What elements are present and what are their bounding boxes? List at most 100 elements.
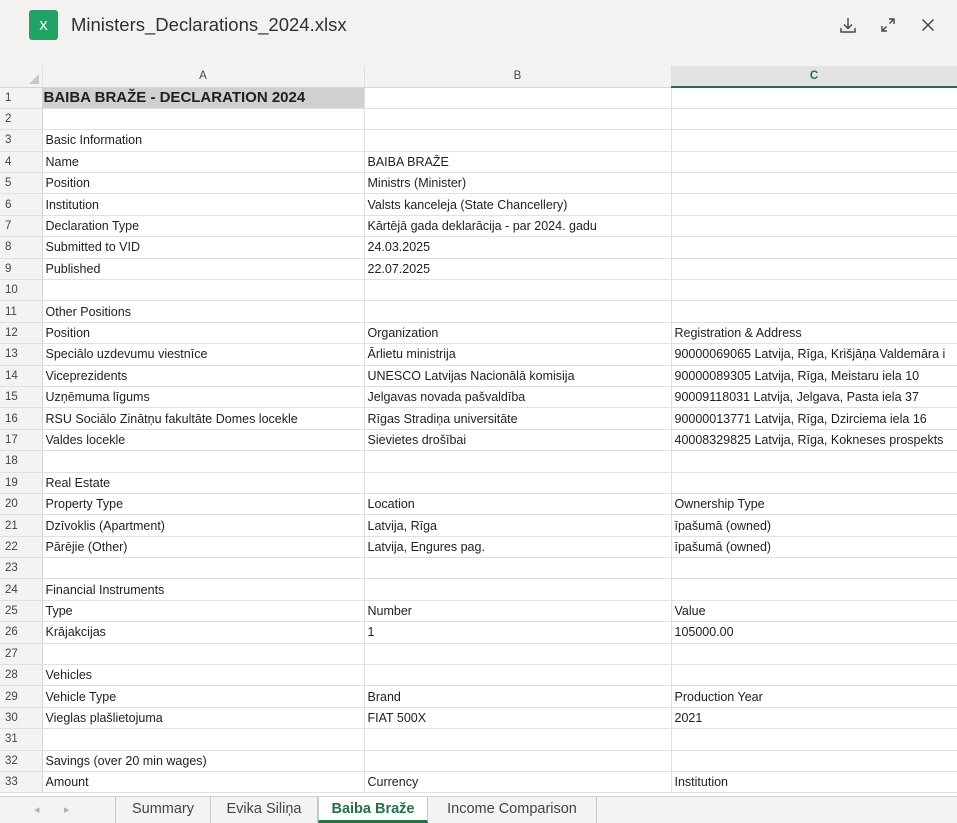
row-header[interactable]: 25: [0, 600, 43, 623]
expand-button[interactable]: [875, 12, 901, 38]
row-header[interactable]: 12: [0, 322, 43, 345]
cell-a[interactable]: [42, 108, 365, 131]
row-header[interactable]: 26: [0, 621, 43, 644]
cell-a[interactable]: Published: [42, 258, 365, 281]
row-header[interactable]: 15: [0, 386, 43, 409]
cell-b[interactable]: UNESCO Latvijas Nacionālā komisija: [364, 365, 672, 387]
cell-c[interactable]: [671, 129, 957, 152]
cell-a[interactable]: Vehicles: [42, 664, 365, 687]
sheet-title-cell[interactable]: BAIBA BRAŽE - DECLARATION 2024: [42, 87, 365, 109]
row-header[interactable]: 13: [0, 343, 43, 366]
cell-c[interactable]: [671, 236, 957, 259]
cell-a[interactable]: Property Type: [42, 493, 365, 516]
row-header[interactable]: 14: [0, 365, 43, 387]
cell-b[interactable]: [364, 643, 672, 666]
cell-c[interactable]: īpašumā (owned): [671, 514, 957, 537]
cell-a[interactable]: Name: [42, 151, 365, 174]
cell-a[interactable]: Krājakcijas: [42, 621, 365, 644]
cell-b[interactable]: Rīgas Stradiņa universitāte: [364, 407, 672, 430]
row-header[interactable]: 1: [0, 87, 43, 109]
cell-a[interactable]: Valdes locekle: [42, 429, 365, 452]
cell-b[interactable]: [364, 578, 672, 601]
row-header[interactable]: 28: [0, 664, 43, 687]
cell-a[interactable]: [42, 557, 365, 580]
cell-a[interactable]: Speciālo uzdevumu viestnīce: [42, 343, 365, 366]
cell-c[interactable]: 105000.00: [671, 621, 957, 644]
row-header[interactable]: 22: [0, 536, 43, 559]
cell-a[interactable]: Amount: [42, 771, 365, 794]
column-header-a[interactable]: A: [42, 66, 365, 88]
cell-c[interactable]: [671, 258, 957, 281]
cell-a[interactable]: RSU Sociālo Zinātņu fakultāte Domes loce…: [42, 407, 365, 430]
sheet-next-button[interactable]: ▸: [64, 803, 70, 816]
row-header[interactable]: 11: [0, 300, 43, 323]
cell-b[interactable]: [364, 87, 672, 109]
cell-a[interactable]: Other Positions: [42, 300, 365, 323]
row-header[interactable]: 18: [0, 450, 43, 473]
cell-a[interactable]: Real Estate: [42, 472, 365, 494]
cell-b[interactable]: [364, 472, 672, 494]
cell-b[interactable]: [364, 450, 672, 473]
cell-c[interactable]: [671, 472, 957, 494]
row-header[interactable]: 6: [0, 193, 43, 216]
cell-b[interactable]: Currency: [364, 771, 672, 794]
cell-a[interactable]: Uzņēmuma līgums: [42, 386, 365, 409]
row-header[interactable]: 16: [0, 407, 43, 430]
cell-b[interactable]: [364, 664, 672, 687]
sheet-tab-summary[interactable]: Summary: [115, 797, 211, 823]
cell-c[interactable]: [671, 172, 957, 195]
row-header[interactable]: 20: [0, 493, 43, 516]
cell-b[interactable]: 1: [364, 621, 672, 644]
cell-b[interactable]: [364, 557, 672, 580]
cell-a[interactable]: Submitted to VID: [42, 236, 365, 259]
cell-b[interactable]: Number: [364, 600, 672, 623]
cell-c[interactable]: [671, 215, 957, 238]
spreadsheet-grid[interactable]: A B C 1 BAIBA BRAŽE - DECLARATION 2024 2 3 B…: [0, 66, 957, 796]
row-header[interactable]: 21: [0, 514, 43, 537]
cell-b[interactable]: Ministrs (Minister): [364, 172, 672, 195]
cell-c[interactable]: [671, 151, 957, 174]
cell-a[interactable]: Declaration Type: [42, 215, 365, 238]
cell-a[interactable]: [42, 643, 365, 666]
cell-c[interactable]: [671, 279, 957, 302]
sheet-tab-evika-silina[interactable]: Evika Siliņa: [211, 797, 318, 823]
cell-c[interactable]: 90000069065 Latvija, Rīga, Krišjāņa Vald…: [671, 343, 957, 366]
cell-b[interactable]: [364, 279, 672, 302]
row-header[interactable]: 19: [0, 472, 43, 494]
cell-b[interactable]: Brand: [364, 685, 672, 708]
close-button[interactable]: [915, 12, 941, 38]
cell-b[interactable]: FIAT 500X: [364, 707, 672, 730]
cell-b[interactable]: Jelgavas novada pašvaldība: [364, 386, 672, 409]
cell-a[interactable]: Position: [42, 172, 365, 195]
cell-b[interactable]: Ārlietu ministrija: [364, 343, 672, 366]
cell-a[interactable]: Viceprezidents: [42, 365, 365, 387]
cell-a[interactable]: [42, 279, 365, 302]
cell-c[interactable]: [671, 300, 957, 323]
cell-b[interactable]: [364, 300, 672, 323]
cell-b[interactable]: Location: [364, 493, 672, 516]
cell-b[interactable]: [364, 129, 672, 152]
row-header[interactable]: 17: [0, 429, 43, 452]
cell-b[interactable]: Valsts kanceleja (State Chancellery): [364, 193, 672, 216]
cell-c[interactable]: Institution: [671, 771, 957, 794]
cell-c[interactable]: 40008329825 Latvija, Rīga, Kokneses pros…: [671, 429, 957, 452]
cell-a[interactable]: Position: [42, 322, 365, 345]
row-header[interactable]: 23: [0, 557, 43, 580]
cell-b[interactable]: Organization: [364, 322, 672, 345]
cell-c[interactable]: [671, 750, 957, 773]
cell-a[interactable]: Institution: [42, 193, 365, 216]
cell-c[interactable]: 90009118031 Latvija, Jelgava, Pasta iela…: [671, 386, 957, 409]
cell-c[interactable]: 2021: [671, 707, 957, 730]
cell-b[interactable]: 24.03.2025: [364, 236, 672, 259]
sheet-tab-income-comparison[interactable]: Income Comparison: [428, 797, 597, 823]
row-header[interactable]: 9: [0, 258, 43, 281]
cell-b[interactable]: [364, 728, 672, 751]
cell-c[interactable]: [671, 108, 957, 131]
cell-c[interactable]: [671, 557, 957, 580]
cell-b[interactable]: [364, 108, 672, 131]
cell-c[interactable]: īpašumā (owned): [671, 536, 957, 559]
sheet-prev-button[interactable]: ◂: [34, 803, 40, 816]
cell-c[interactable]: Ownership Type: [671, 493, 957, 516]
cell-b[interactable]: 22.07.2025: [364, 258, 672, 281]
download-button[interactable]: [835, 12, 861, 38]
